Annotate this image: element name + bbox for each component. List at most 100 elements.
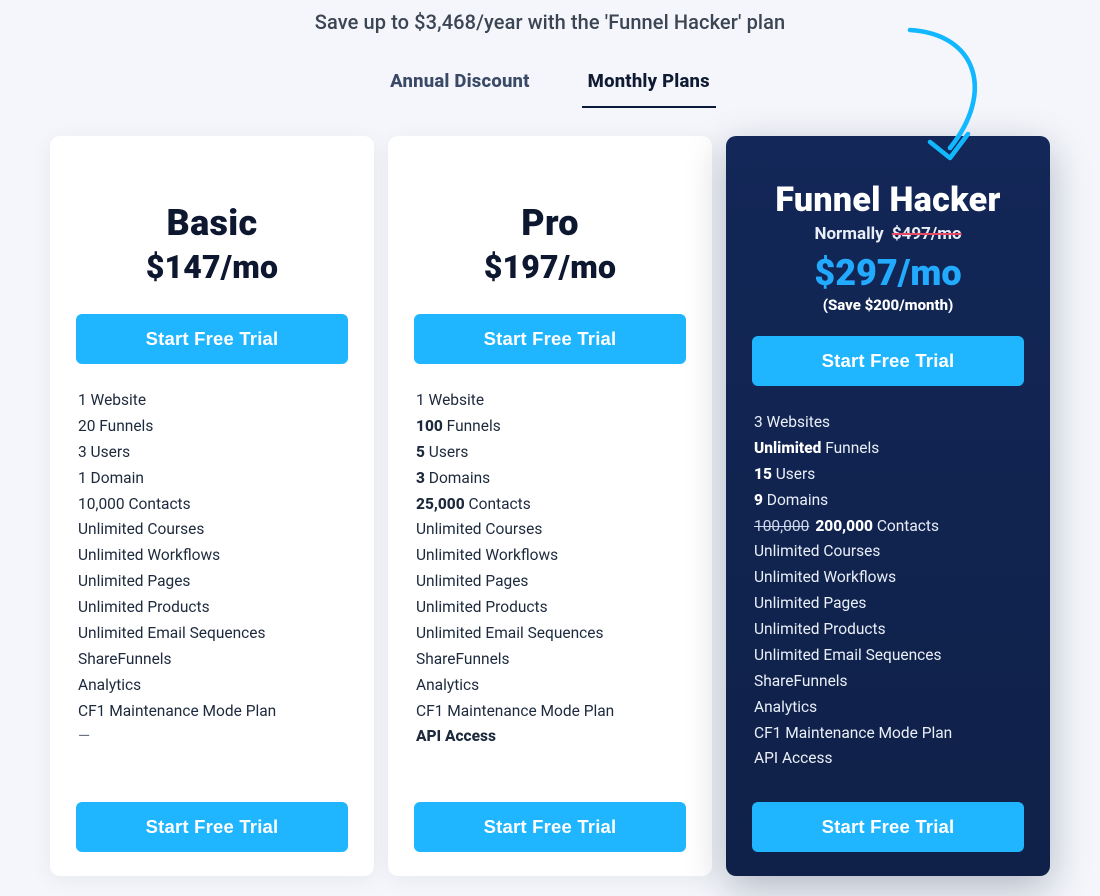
feature-item: 25,000 Contacts (416, 492, 686, 518)
feature-text: 10,000 Contacts (78, 495, 191, 513)
plan-price: $297/mo (752, 252, 1024, 294)
feature-text: Funnels (443, 417, 501, 435)
start-free-trial-button[interactable]: Start Free Trial (752, 336, 1024, 386)
feature-item: Unlimited Email Sequences (754, 643, 1024, 669)
start-free-trial-button[interactable]: Start Free Trial (414, 314, 686, 364)
feature-item: 1 Website (78, 388, 348, 414)
start-free-trial-button[interactable]: Start Free Trial (414, 802, 686, 852)
feature-item: ShareFunnels (754, 669, 1024, 695)
feature-text: Unlimited Workflows (754, 568, 896, 586)
tab-monthly[interactable]: Monthly Plans (582, 70, 716, 108)
plan-features: 1 Website 20 Funnels 3 Users 1 Domain 10,000… (78, 388, 348, 750)
feature-bold: API Access (416, 727, 496, 745)
feature-item: Unlimited Funnels (754, 436, 1024, 462)
feature-text: Analytics (416, 676, 479, 694)
plan-card-funnel-hacker: Funnel Hacker Normally $497/mo $297/mo (… (726, 136, 1050, 876)
feature-item: Unlimited Courses (416, 517, 686, 543)
feature-text: Domains (425, 469, 490, 487)
feature-item: Analytics (78, 673, 348, 699)
feature-item: ShareFunnels (416, 647, 686, 673)
feature-item: 1 Domain (78, 466, 348, 492)
start-free-trial-button[interactable]: Start Free Trial (76, 802, 348, 852)
feature-item: Unlimited Workflows (78, 543, 348, 569)
feature-text: Unlimited Pages (416, 572, 528, 590)
feature-text: Unlimited Pages (78, 572, 190, 590)
plan-save-note: (Save $200/month) (752, 296, 1024, 314)
feature-text: Analytics (78, 676, 141, 694)
feature-item: 15 Users (754, 462, 1024, 488)
pricing-grid: Basic $147/mo Start Free Trial 1 Website… (50, 136, 1050, 876)
feature-item: 20 Funnels (78, 414, 348, 440)
feature-text: ShareFunnels (754, 672, 848, 690)
feature-item: Unlimited Pages (78, 569, 348, 595)
feature-item: CF1 Maintenance Mode Plan (754, 721, 1024, 747)
start-free-trial-button[interactable]: Start Free Trial (752, 802, 1024, 852)
feature-text: ShareFunnels (78, 650, 172, 668)
normally-strike: $497/mo (892, 224, 962, 244)
feature-text: API Access (754, 749, 833, 767)
feature-text: ShareFunnels (416, 650, 510, 668)
plan-price: $147/mo (76, 248, 348, 286)
feature-bold: 9 (754, 491, 763, 509)
feature-text: 1 Domain (78, 469, 144, 487)
feature-text: CF1 Maintenance Mode Plan (416, 702, 614, 720)
feature-bold: 25,000 (416, 495, 465, 513)
feature-item: Unlimited Courses (754, 539, 1024, 565)
feature-text: 1 Website (416, 391, 484, 409)
feature-item: Unlimited Pages (416, 569, 686, 595)
feature-item: 3 Websites (754, 410, 1024, 436)
feature-text: Domains (763, 491, 828, 509)
feature-bold: 5 (416, 443, 425, 461)
feature-bold: 3 (416, 469, 425, 487)
feature-text: CF1 Maintenance Mode Plan (78, 702, 276, 720)
feature-text: Users (425, 443, 468, 461)
plan-price: $197/mo (414, 248, 686, 286)
plan-features: 3 WebsitesUnlimited Funnels15 Users9 Dom… (754, 410, 1024, 772)
feature-text: Unlimited Workflows (416, 546, 558, 564)
plan-card-basic: Basic $147/mo Start Free Trial 1 Website… (50, 136, 374, 876)
feature-bold: Unlimited (754, 439, 821, 457)
feature-text: Analytics (754, 698, 817, 716)
feature-item: Unlimited Pages (754, 591, 1024, 617)
feature-item: Unlimited Email Sequences (78, 621, 348, 647)
feature-item: Unlimited Courses (78, 517, 348, 543)
plan-name: Pro (414, 202, 686, 244)
plan-normally: Normally $497/mo (752, 224, 1024, 244)
feature-text: CF1 Maintenance Mode Plan (754, 724, 952, 742)
feature-item: 10,000 Contacts (78, 492, 348, 518)
feature-text: Unlimited Email Sequences (78, 624, 266, 642)
feature-text: 1 Website (78, 391, 146, 409)
feature-text: 20 Funnels (78, 417, 153, 435)
feature-item: 100,000200,000 Contacts (754, 514, 1024, 540)
savings-subhead: Save up to $3,468/year with the 'Funnel … (0, 10, 1100, 34)
tab-annual[interactable]: Annual Discount (384, 70, 536, 108)
plan-features: 1 Website100 Funnels5 Users3 Domains25,0… (416, 388, 686, 750)
feature-text: Unlimited Products (754, 620, 886, 638)
feature-item: CF1 Maintenance Mode Plan (416, 699, 686, 725)
feature-text: Unlimited Courses (754, 542, 880, 560)
feature-text: Unlimited Courses (416, 520, 542, 538)
feature-text: Funnels (821, 439, 879, 457)
feature-text: 3 Websites (754, 413, 830, 431)
feature-item: 3 Users (78, 440, 348, 466)
feature-text: Contacts (465, 495, 531, 513)
feature-item: 1 Website (416, 388, 686, 414)
plan-name: Basic (76, 202, 348, 244)
feature-item: API Access (754, 746, 1024, 772)
feature-item: Unlimited Email Sequences (416, 621, 686, 647)
feature-text: Unlimited Pages (754, 594, 866, 612)
feature-text: 3 Users (78, 443, 130, 461)
feature-item: Unlimited Workflows (416, 543, 686, 569)
feature-bold: 15 (754, 465, 772, 483)
feature-text: Unlimited Workflows (78, 546, 220, 564)
feature-item: 5 Users (416, 440, 686, 466)
start-free-trial-button[interactable]: Start Free Trial (76, 314, 348, 364)
feature-item: CF1 Maintenance Mode Plan (78, 699, 348, 725)
feature-item: API Access (416, 724, 686, 750)
feature-text: Users (772, 465, 815, 483)
feature-item: ShareFunnels (78, 647, 348, 673)
feature-text: Unlimited Products (416, 598, 548, 616)
feature-item: Unlimited Products (78, 595, 348, 621)
feature-item: Unlimited Workflows (754, 565, 1024, 591)
feature-item: Analytics (754, 695, 1024, 721)
